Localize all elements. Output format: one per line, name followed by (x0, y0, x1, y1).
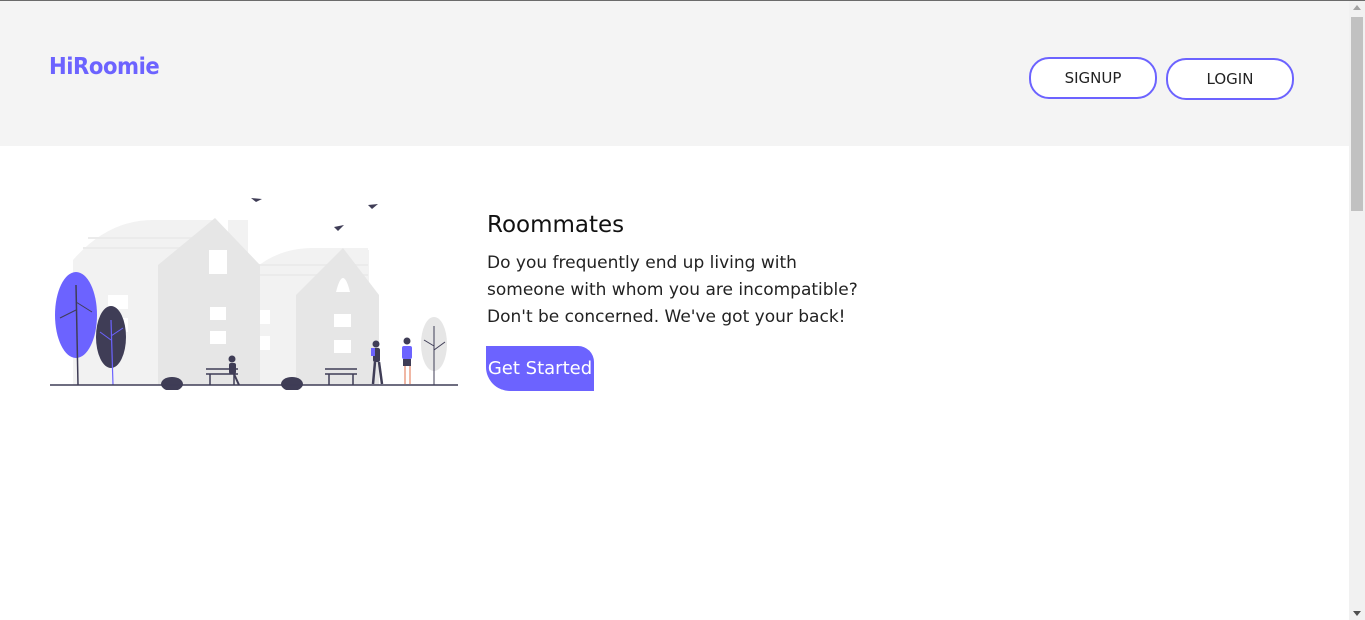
scroll-thumb[interactable] (1351, 17, 1363, 211)
scroll-down-arrow-icon[interactable] (1353, 611, 1361, 616)
hero-description: Do you frequently end up living with som… (487, 253, 858, 327)
site-header: HiRoomie SIGNUP LOGIN (0, 1, 1349, 146)
login-button[interactable]: LOGIN (1166, 58, 1294, 100)
person-standing-right (402, 337, 412, 384)
hero-title: Roommates (487, 212, 625, 238)
birds (251, 198, 378, 231)
city-park-illustration (50, 198, 458, 390)
signup-button[interactable]: SIGNUP (1029, 57, 1157, 99)
get-started-button[interactable]: Get Started (486, 346, 594, 391)
logo[interactable]: HiRoomie (49, 54, 160, 80)
page-scrollbar[interactable] (1349, 1, 1365, 620)
scroll-up-arrow-icon[interactable] (1353, 5, 1361, 10)
